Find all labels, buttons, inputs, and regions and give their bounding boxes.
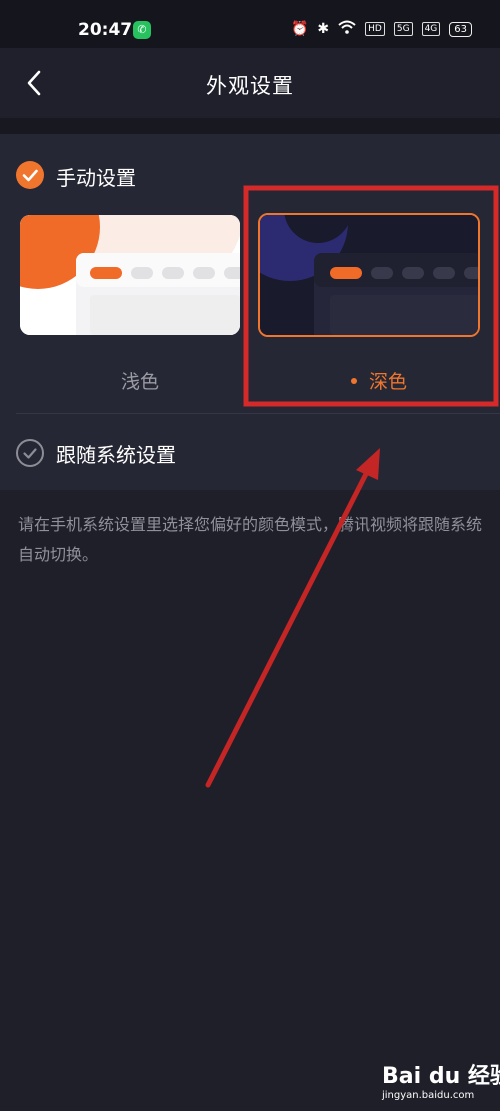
manual-setting-label[interactable]: 手动设置 — [56, 162, 136, 191]
dark-theme-label[interactable]: 深色 — [258, 367, 500, 394]
phone-icon: ✆ — [133, 21, 151, 39]
status-icons: ⏰ ✱ HD 5G 4G 63 — [291, 20, 472, 38]
follow-check-icon[interactable] — [16, 439, 44, 467]
5g-badge: 5G — [393, 22, 413, 36]
hint-text: 请在手机系统设置里选择您偏好的颜色模式，腾讯视频将跟随系统自动切换。 — [18, 515, 483, 564]
dark-theme-preview[interactable] — [258, 213, 480, 337]
light-theme-label[interactable]: 浅色 — [20, 367, 260, 394]
nav-bar: 外观设置 — [0, 48, 500, 118]
page-title: 外观设置 — [206, 74, 294, 98]
alarm-icon: ⏰ — [290, 21, 309, 37]
status-time: 20:47 — [78, 20, 133, 40]
watermark-url: jingyan.baidu.com — [382, 1090, 475, 1101]
light-theme-preview[interactable] — [20, 215, 240, 335]
section-gap — [0, 118, 500, 134]
status-bar: 20:47 ✆ ⏰ ✱ HD 5G 4G 63 — [0, 0, 500, 48]
manual-check-icon[interactable] — [16, 161, 44, 189]
baidu-watermark: Bai du 经验 jingyan.baidu.com — [382, 1058, 500, 1108]
battery-indicator: 63 — [449, 21, 472, 37]
dark-theme-text: 深色 — [368, 371, 407, 393]
wifi-icon — [338, 20, 356, 38]
4g-badge: 4G — [421, 22, 441, 36]
divider — [16, 413, 500, 414]
watermark-logo: Bai du 经验 — [382, 1064, 500, 1089]
selected-dot-icon — [350, 378, 357, 384]
follow-system-label[interactable]: 跟随系统设置 — [56, 439, 176, 468]
bluetooth-icon: ✱ — [317, 21, 330, 37]
hd-badge: HD — [365, 22, 385, 36]
